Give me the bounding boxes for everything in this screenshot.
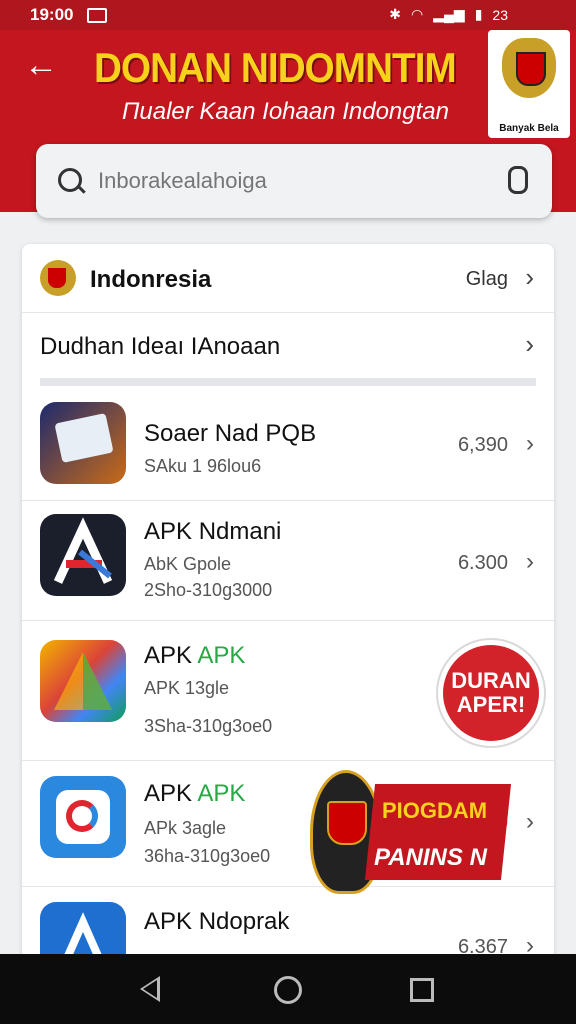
nav-back-icon[interactable] [140,976,160,1002]
emblem-motto: Banyak Bela [499,123,559,134]
wifi-icon: ◠ [411,6,424,22]
app-name: Soaer Nad PQB [144,420,317,447]
app-list-item[interactable]: APK Ndmani AbK Gpole 2Sho-310g3000 6.300… [22,506,554,616]
app-name: APK APK [144,642,246,669]
divider [22,620,554,621]
app-subtitle: APK 13gle [144,678,230,698]
back-arrow-icon[interactable]: ← [24,48,58,82]
garuda-shield-icon [48,268,66,288]
promo-line-2: PANINS N [374,844,487,871]
divider [22,760,554,761]
apk-triangle-app-icon [40,640,126,722]
chevron-right-icon: › [526,430,534,457]
badge-line-1: DURAN [451,668,531,693]
app-name: APK Ndoprak [144,908,290,935]
chevron-right-icon: › [526,548,534,575]
search-input[interactable] [96,162,480,200]
shield-icon [516,52,546,86]
bluetooth-icon: ✱ [389,6,402,22]
tablet-app-icon [40,402,126,484]
app-value: 6.300 [457,552,508,574]
search-bar[interactable] [36,144,552,218]
status-time: 19:00 [30,5,74,24]
page-title: DONAN NIDOMNTIM [94,44,457,91]
chevron-right-icon: › [525,262,534,292]
section-value: Glag [465,268,508,290]
app-name: APK APK [144,780,246,807]
app-detail: 3Sha-310g3oe0 [144,716,273,736]
system-nav-bar [0,954,576,1024]
microphone-icon[interactable] [508,166,528,194]
section-link[interactable]: Dudhan Ideaı IAnoaan › [22,313,554,377]
section-link-label: Dudhan Ideaı IAnoaan [40,333,281,360]
battery-icon: ▮ [474,6,483,22]
app-value: 6,390 [457,434,508,456]
search-icon [58,168,82,192]
promo-line-1: PIOGDAM [382,798,488,823]
app-detail: 36ha-310g3oe0 [144,846,271,866]
status-icons: ✱ ◠ ▂▄▆ ▮ 23 [389,6,508,23]
nav-home-icon[interactable] [274,976,302,1004]
section-divider [40,378,536,386]
status-right-text: 23 [492,6,508,23]
page-subtitle: Пualer Kaan Iohaan Indongtan [122,98,449,125]
app-subtitle: AbK Gpole [144,554,232,574]
section-indonesia[interactable]: Indonresia Glag › [22,244,554,312]
status-bar: 19:00 ✱ ◠ ▂▄▆ ▮ 23 [0,0,576,30]
promo-badge[interactable]: DURAN APER! [438,640,544,746]
app-subtitle: SAku 1 96lou6 [144,456,262,476]
section-label: Indonresia [90,266,212,293]
garuda-emblem-logo: Banyak Bela [488,30,570,138]
apk-swirl-app-icon [40,776,126,858]
chevron-right-icon: › [526,808,534,835]
app-detail: 2Sho-310g3000 [144,580,273,600]
app-subtitle: APk 3agle [144,818,227,838]
nav-recents-icon[interactable] [410,978,434,1002]
apk-a-app-icon [40,514,126,596]
promo-sticker[interactable]: PIOGDAM PANINS N [310,770,512,894]
app-name: APK Ndmani [144,518,282,545]
badge-line-2: APER! [456,692,526,717]
signal-icon: ▂▄▆ [433,6,465,22]
divider [22,500,554,501]
chevron-right-icon: › [525,329,534,359]
image-notification-icon [87,7,108,23]
app-list-item[interactable]: Soaer Nad PQB SAku 1 96lou6 6,390 › [22,392,554,502]
